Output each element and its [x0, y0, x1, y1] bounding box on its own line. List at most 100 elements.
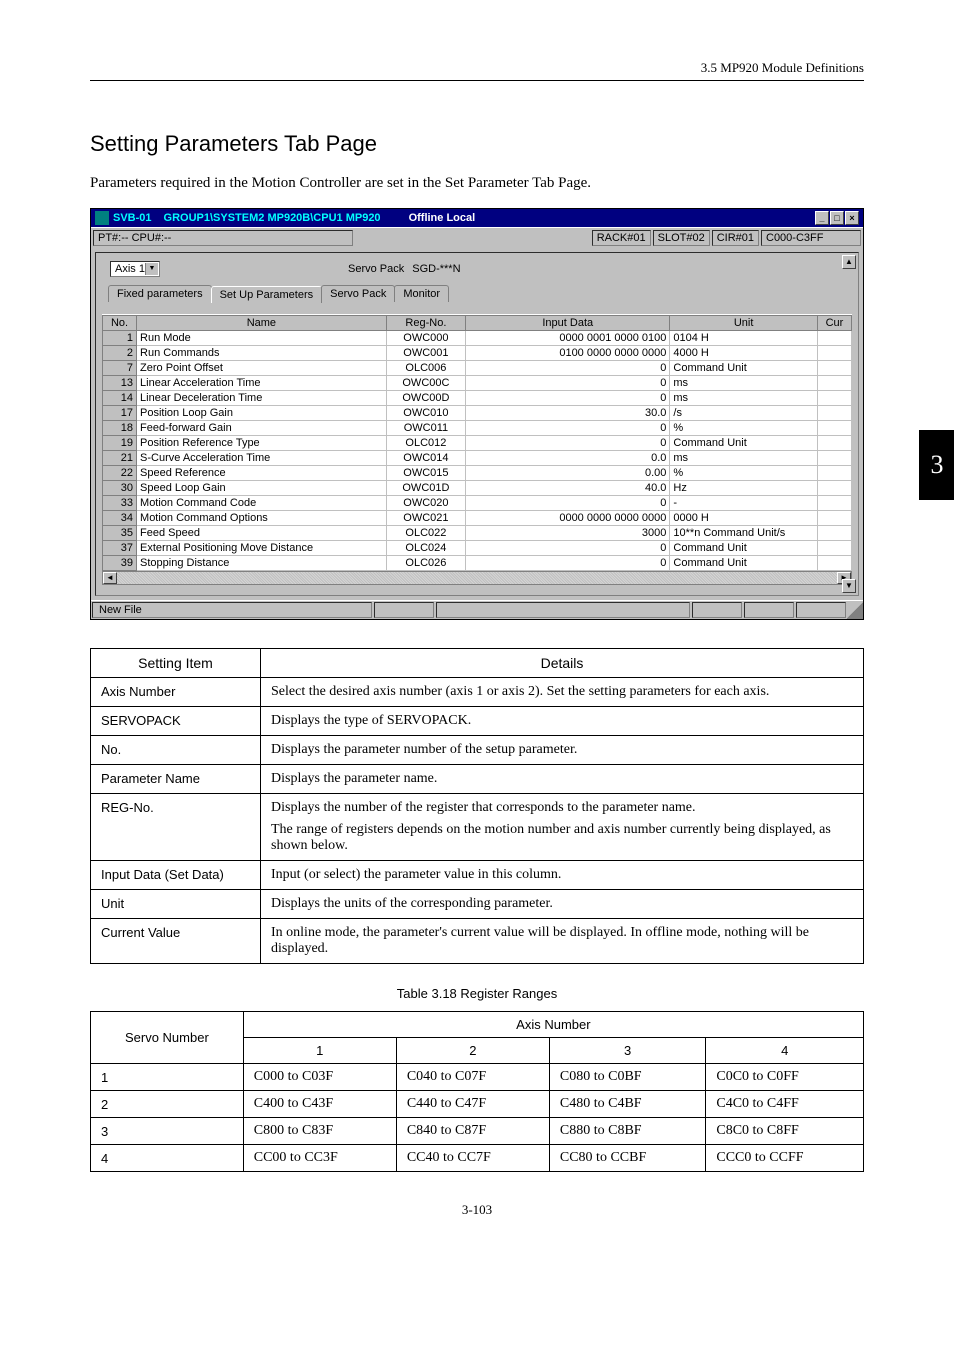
table-row[interactable]: 13Linear Acceleration TimeOWC00C0ms [103, 376, 852, 391]
cell-reg: OWC00C [386, 376, 465, 391]
cell-name: Run Commands [137, 346, 387, 361]
cell-data[interactable]: 0.00 [466, 466, 670, 481]
ranges-cell: C0C0 to C0FF [706, 1064, 864, 1091]
cell-unit: Command Unit [670, 541, 818, 556]
table-row[interactable]: 14Linear Deceleration TimeOWC00D0ms [103, 391, 852, 406]
section-intro: Parameters required in the Motion Contro… [90, 175, 864, 192]
cell-reg: OWC021 [386, 511, 465, 526]
cell-name: Position Reference Type [137, 436, 387, 451]
servopack-label: Servo Pack [348, 263, 404, 275]
cell-reg: OWC020 [386, 496, 465, 511]
cell-data[interactable]: 0 [466, 391, 670, 406]
app-icon [95, 211, 109, 225]
cell-data[interactable]: 0 [466, 496, 670, 511]
table-row[interactable]: 18Feed-forward GainOWC0110% [103, 421, 852, 436]
col-no: No. [103, 316, 137, 331]
table-row[interactable]: 34Motion Command OptionsOWC0210000 0000 … [103, 511, 852, 526]
details-text: Displays the units of the corresponding … [261, 890, 864, 919]
col-unit: Unit [670, 316, 818, 331]
cell-no: 14 [103, 391, 137, 406]
cell-data[interactable]: 30.0 [466, 406, 670, 421]
maximize-button[interactable]: □ [830, 211, 844, 225]
cell-name: Feed-forward Gain [137, 421, 387, 436]
cell-no: 7 [103, 361, 137, 376]
tab-servo-pack[interactable]: Servo Pack [321, 285, 395, 302]
cell-unit: 10**n Command Unit/s [670, 526, 818, 541]
resize-grip[interactable] [847, 601, 863, 619]
title-path: GROUP1\SYSTEM2 MP920B\CPU1 MP920 [164, 212, 381, 224]
details-label: Unit [91, 890, 261, 919]
table-row[interactable]: 19Position Reference TypeOLC0120Command … [103, 436, 852, 451]
table-row[interactable]: 37External Positioning Move DistanceOLC0… [103, 541, 852, 556]
table-row[interactable]: 30Speed Loop GainOWC01D40.0Hz [103, 481, 852, 496]
cell-data[interactable]: 40.0 [466, 481, 670, 496]
cell-unit: 4000 H [670, 346, 818, 361]
tab-fixed-parameters[interactable]: Fixed parameters [108, 285, 212, 302]
table-row[interactable]: 35Feed SpeedOLC022300010**n Command Unit… [103, 526, 852, 541]
cell-data[interactable]: 0100 0000 0000 0000 [466, 346, 670, 361]
cell-no: 17 [103, 406, 137, 421]
cell-unit: Hz [670, 481, 818, 496]
scroll-left-icon[interactable]: ◄ [103, 572, 117, 584]
cell-data[interactable]: 3000 [466, 526, 670, 541]
cell-unit: 0104 H [670, 331, 818, 346]
details-text: Displays the parameter name. [261, 765, 864, 794]
cell-data[interactable]: 0000 0001 0000 0100 [466, 331, 670, 346]
ranges-cell: C8C0 to C8FF [706, 1118, 864, 1145]
cell-data[interactable]: 0 [466, 421, 670, 436]
horizontal-scrollbar[interactable]: ◄ ► [102, 571, 852, 585]
cell-data[interactable]: 0000 0000 0000 0000 [466, 511, 670, 526]
axis-select[interactable]: Axis 1 [110, 261, 160, 277]
cell-unit: ms [670, 391, 818, 406]
ranges-servo-num: 4 [91, 1145, 244, 1172]
register-ranges-table: Servo Number Axis Number 1234 1C000 to C… [90, 1011, 864, 1172]
table-row[interactable]: 1Run ModeOWC0000000 0001 0000 01000104 H [103, 331, 852, 346]
cell-name: External Positioning Move Distance [137, 541, 387, 556]
window-info-bar: PT#:-- CPU#:-- RACK#01 SLOT#02 CIR#01 C0… [91, 227, 863, 248]
title-mode: Offline Local [409, 212, 476, 224]
cell-data[interactable]: 0.0 [466, 451, 670, 466]
minimize-button[interactable]: _ [815, 211, 829, 225]
cell-reg: OLC026 [386, 556, 465, 571]
cell-reg: OLC012 [386, 436, 465, 451]
cell-cur [817, 481, 851, 496]
parameter-grid: No. Name Reg-No. Input Data Unit Cur 1Ru… [102, 315, 852, 571]
table-row[interactable]: 7Zero Point OffsetOLC0060Command Unit [103, 361, 852, 376]
details-label: No. [91, 736, 261, 765]
cell-data[interactable]: 0 [466, 361, 670, 376]
table-row: No.Displays the parameter number of the … [91, 736, 864, 765]
tab-setup-parameters[interactable]: Set Up Parameters [211, 286, 323, 303]
table-row[interactable]: 33Motion Command CodeOWC0200- [103, 496, 852, 511]
table-row: SERVOPACKDisplays the type of SERVOPACK. [91, 707, 864, 736]
details-text: Displays the parameter number of the set… [261, 736, 864, 765]
table-row[interactable]: 22Speed ReferenceOWC0150.00% [103, 466, 852, 481]
cell-data[interactable]: 0 [466, 541, 670, 556]
col-data: Input Data [466, 316, 670, 331]
scroll-down-button[interactable]: ▼ [842, 579, 856, 593]
details-label: SERVOPACK [91, 707, 261, 736]
cell-data[interactable]: 0 [466, 376, 670, 391]
details-text: Select the desired axis number (axis 1 o… [261, 678, 864, 707]
details-header-item: Setting Item [91, 649, 261, 678]
cell-reg: OWC00D [386, 391, 465, 406]
table-row[interactable]: 21S-Curve Acceleration TimeOWC0140.0ms [103, 451, 852, 466]
tab-monitor[interactable]: Monitor [394, 285, 449, 302]
cell-reg: OWC01D [386, 481, 465, 496]
close-button[interactable]: × [845, 211, 859, 225]
cell-data[interactable]: 0 [466, 436, 670, 451]
ranges-cell: CC40 to CC7F [396, 1145, 549, 1172]
cell-data[interactable]: 0 [466, 556, 670, 571]
table-row[interactable]: 2Run CommandsOWC0010100 0000 0000 000040… [103, 346, 852, 361]
details-label: Input Data (Set Data) [91, 861, 261, 890]
cell-cur [817, 511, 851, 526]
details-label: Parameter Name [91, 765, 261, 794]
window-buttons: _□× [814, 211, 859, 225]
scroll-up-button[interactable]: ▲ [842, 255, 856, 269]
cell-name: Speed Reference [137, 466, 387, 481]
cell-cur [817, 361, 851, 376]
table-row[interactable]: 39Stopping DistanceOLC0260Command Unit [103, 556, 852, 571]
cell-name: Linear Deceleration Time [137, 391, 387, 406]
ranges-axis-num: 2 [396, 1038, 549, 1064]
table-row[interactable]: 17Position Loop GainOWC01030.0/s [103, 406, 852, 421]
cell-reg: OWC011 [386, 421, 465, 436]
